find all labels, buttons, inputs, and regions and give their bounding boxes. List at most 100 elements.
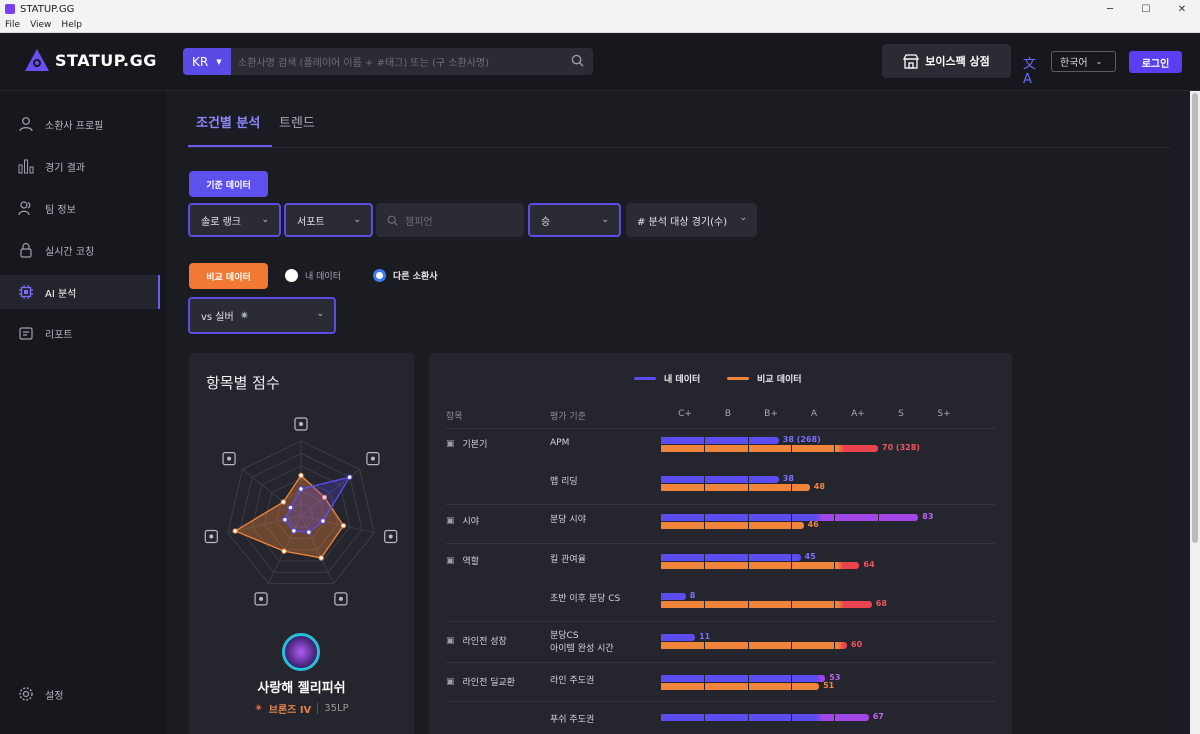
queue-select[interactable]: 솔로 랭크 ⌄ (188, 203, 281, 237)
menu-view[interactable]: View (30, 20, 51, 30)
voice-pack-shop-button[interactable]: 보이스팩 상점 (882, 44, 1011, 78)
radar-point (291, 528, 297, 534)
bar-segment-divider (704, 484, 706, 491)
bar-segment-divider (747, 437, 749, 444)
sidebar-item-label: 경기 결과 (45, 162, 85, 174)
region-select[interactable]: KR ▼ (183, 48, 231, 75)
games-count-select[interactable]: # 분석 대상 경기(수) ⌄ (626, 203, 757, 237)
store-icon (903, 53, 920, 69)
category-label: 기본기 (462, 440, 488, 450)
bar-segment-divider (877, 445, 879, 452)
menu-help[interactable]: Help (61, 20, 82, 30)
report-icon (19, 327, 33, 340)
bronze-emblem-icon: ✷ (254, 703, 263, 714)
language-select[interactable]: 한국어 ⌄ (1051, 51, 1116, 72)
score-card: 항목별 점수 사랑해 젤리피쉬 ✷ 브론즈 IV 35LP (189, 353, 414, 734)
champion-input[interactable]: 챔피언 (376, 203, 524, 237)
category-icon: ▣ (446, 438, 455, 449)
category-label: 시야 (462, 517, 480, 527)
chevron-down-icon: ⌄ (261, 215, 269, 225)
chevron-down-icon: ⌄ (316, 309, 324, 319)
radar-chart (204, 417, 398, 606)
base-data-label: 기준 데이터 (189, 171, 268, 197)
bar-segment-divider (834, 714, 836, 721)
compare-target-value: vs 실버 (201, 312, 234, 323)
bar-segment-divider (704, 514, 706, 521)
lp-text: 35LP (324, 703, 349, 714)
metric-criteria: 푸쉬 주도권 (550, 715, 595, 725)
bar-segment-divider (747, 445, 749, 452)
col-criteria-header: 평가 기준 (550, 412, 586, 422)
bar-segment-divider (790, 445, 792, 452)
bar-mine (661, 476, 779, 483)
category-label: 라인전 성장 (462, 637, 507, 647)
sidebar-item-match-results[interactable]: 경기 결과 (0, 149, 160, 183)
sidebar-item-label: 리포트 (45, 329, 73, 341)
sidebar-item-report[interactable]: 리포트 (0, 316, 160, 350)
vertical-scrollbar[interactable] (1190, 91, 1200, 734)
logo-text: STATUP.GG (55, 50, 157, 70)
bar-compare (661, 562, 860, 569)
bar-compare (661, 683, 820, 690)
app-icon (5, 4, 15, 14)
radio-other-summoner[interactable]: 다른 소환사 (373, 269, 438, 282)
scrollbar-thumb[interactable] (1192, 93, 1198, 543)
bar-chart-icon (18, 159, 34, 174)
sidebar-item-team-info[interactable]: 팀 정보 (0, 191, 160, 225)
tab-divider (188, 147, 1170, 148)
translate-icon[interactable]: 文A (1023, 53, 1039, 87)
grade-label: A (810, 409, 818, 419)
legend-compare-label: 비교 데이터 (757, 375, 802, 385)
bar-compare (661, 445, 879, 452)
radar-point (306, 529, 312, 535)
bar-mine (661, 634, 696, 641)
window-titlebar: STATUP.GG ─ ☐ ✕ (0, 0, 1200, 18)
metric-category: ▣ 역할 (446, 554, 479, 568)
search-icon[interactable] (571, 54, 584, 67)
row-divider (446, 504, 995, 505)
summoner-name[interactable]: 사랑해 젤리피쉬 (189, 677, 414, 696)
tab-trend[interactable]: 트렌드 (279, 112, 315, 131)
search-input[interactable]: 소환사명 검색 (플레이어 이름 + #태그) 또는 (구 소환사명) (231, 48, 593, 75)
radio-my-data[interactable]: 내 데이터 (285, 269, 341, 282)
score-card-title: 항목별 점수 (206, 374, 280, 392)
bar-compare (661, 484, 810, 491)
sidebar-item-settings[interactable]: 설정 (0, 677, 160, 711)
bar-segment-divider (747, 642, 749, 649)
bar-mine (661, 675, 826, 682)
summoner-avatar[interactable] (282, 633, 320, 671)
bar-compare (661, 601, 872, 608)
radar-point (232, 528, 238, 534)
window-title: STATUP.GG (20, 3, 75, 15)
radio-button-icon (285, 269, 298, 282)
bar-mine (661, 554, 801, 561)
legend-compare: 비교 데이터 (727, 372, 802, 385)
bar-segment-divider (747, 562, 749, 569)
compare-data-label: 비교 데이터 (189, 263, 268, 289)
bar-segment-divider (790, 554, 792, 561)
radar-axis-icon-dot (259, 596, 264, 601)
sidebar-item-ai-analysis[interactable]: AI 분석 (0, 275, 160, 309)
menu-file[interactable]: File (5, 20, 20, 30)
result-select[interactable]: 승 ⌄ (528, 203, 621, 237)
position-select[interactable]: 서포트 ⌄ (284, 203, 373, 237)
compare-target-select[interactable]: vs 실버 ✷ ⌄ (188, 297, 336, 334)
bar-segment-divider (834, 601, 836, 608)
radar-axis-icon-dot (209, 534, 214, 539)
legend-mine: 내 데이터 (634, 372, 700, 385)
bar-segment-divider (704, 714, 706, 721)
sidebar: 소환사 프로필 경기 결과 팀 정보 실시간 코칭 AI 분석 리포트 설정 (0, 91, 166, 734)
search-icon (387, 215, 398, 226)
login-button[interactable]: 로그인 (1129, 51, 1182, 73)
tier-text: 브론즈 IV (268, 705, 312, 716)
menu-bar: File View Help (0, 18, 1200, 33)
logo[interactable]: STATUP.GG (24, 48, 157, 72)
gear-icon (19, 687, 33, 701)
maximize-icon[interactable]: ☐ (1128, 4, 1164, 15)
sidebar-item-live-coaching[interactable]: 실시간 코칭 (0, 233, 160, 267)
sidebar-item-profile[interactable]: 소환사 프로필 (0, 107, 160, 141)
bar-mine-label: 45 (804, 552, 816, 561)
tab-conditional-analysis[interactable]: 조건별 분석 (196, 112, 260, 131)
close-icon[interactable]: ✕ (1164, 4, 1200, 15)
minimize-icon[interactable]: ─ (1092, 4, 1128, 15)
